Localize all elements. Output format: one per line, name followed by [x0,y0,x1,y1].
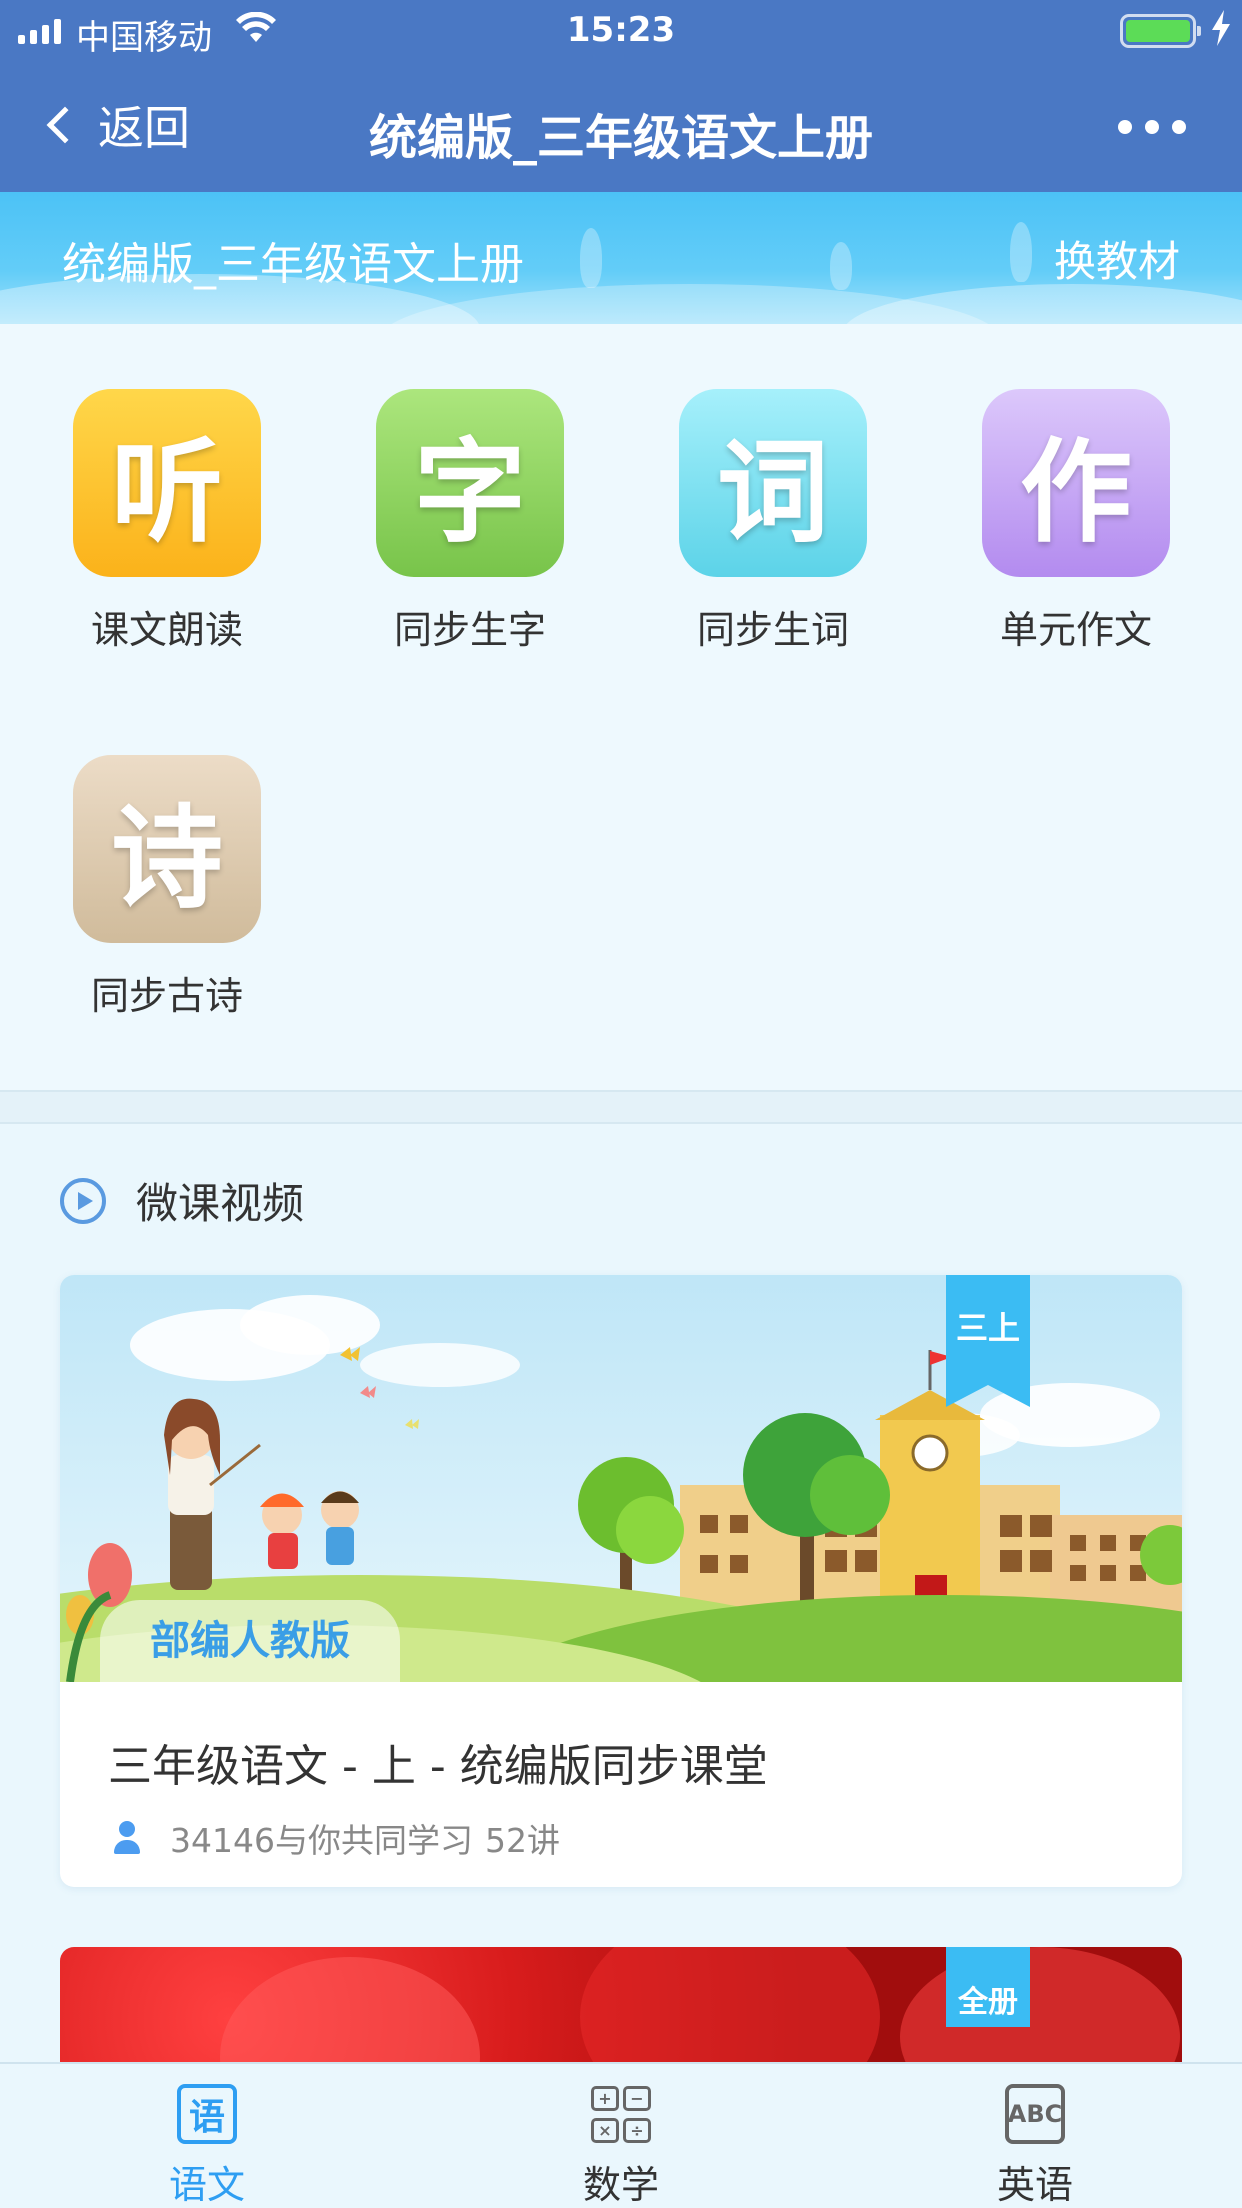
more-dots-icon [1118,120,1132,134]
more-button[interactable] [1118,120,1186,134]
publisher-tag: 部编人教版 [100,1600,400,1682]
micro-video-header: 微课视频 [60,1170,304,1231]
feature-label: 同步生字 [393,608,546,652]
tab-math[interactable]: + − × ÷ 数学 [521,2084,721,2208]
status-time: 15:23 [566,10,676,50]
feature-label: 课文朗读 [90,608,243,652]
navigation-bar: 返回 统编版_三年级语文上册 [0,62,1242,192]
character-icon: 字 [376,389,564,577]
feature-poems[interactable]: 诗 同步古诗 [47,755,287,1020]
feature-label: 单元作文 [999,608,1152,652]
course-cover-image: 三上 部编人教版 [60,1275,1182,1682]
bottom-tab-bar: 语 语文 + − × ÷ 数学 ABC 英语 [0,2062,1242,2208]
feature-words[interactable]: 词 同步生词 [653,389,893,654]
status-bar: 中国移动 15:23 [0,0,1242,62]
course-title: 三年级语文 - 上 - 统编版同步课堂 [108,1741,768,1792]
back-label: 返回 [98,101,190,155]
battery-icon [1120,14,1201,48]
switch-textbook-button[interactable]: 换教材 [1054,228,1180,289]
composition-icon: 作 [982,389,1170,577]
feature-label: 同步古诗 [90,974,243,1018]
grade-badge: 三上 [946,1275,1030,1407]
grade-badge: 全册 [946,1947,1030,2027]
learner-count: 34146与你共同学习 [170,1821,473,1860]
feature-label: 同步生词 [696,608,849,652]
poem-icon: 诗 [73,755,261,943]
tab-english[interactable]: ABC 英语 [935,2084,1135,2208]
feature-grid: 听 课文朗读 字 同步生字 词 同步生词 作 单元作文 诗 同步古诗 [0,324,1242,1090]
section-divider [0,1090,1242,1124]
tab-label: 英语 [996,2163,1073,2207]
section-title: 微课视频 [136,1179,305,1228]
course-card[interactable]: 全册 [60,1947,1182,2067]
lesson-count: 52讲 [484,1821,560,1860]
course-info: 三年级语文 - 上 - 统编版同步课堂 34146与你共同学习 52讲 [60,1682,1182,1862]
charging-icon [1212,10,1230,54]
tab-label: 数学 [582,2163,659,2207]
chinese-tab-icon: 语 [177,2084,237,2144]
math-tab-icon: + − × ÷ [591,2084,651,2144]
tab-label: 语文 [168,2163,245,2207]
chevron-left-icon [46,106,84,144]
feature-characters[interactable]: 字 同步生字 [350,389,590,654]
listen-icon: 听 [73,389,261,577]
user-icon [114,1821,140,1855]
feature-composition[interactable]: 作 单元作文 [956,389,1196,654]
feature-text-reading[interactable]: 听 课文朗读 [47,389,287,654]
english-tab-icon: ABC [1005,2084,1065,2144]
word-icon: 词 [679,389,867,577]
course-meta: 34146与你共同学习 52讲 [108,1814,1134,1862]
back-button[interactable]: 返回 [40,92,190,158]
textbook-banner: 统编版_三年级语文上册 换教材 [0,192,1242,324]
play-circle-icon [60,1177,106,1224]
tab-chinese[interactable]: 语 语文 [107,2084,307,2208]
course-card[interactable]: 三上 部编人教版 三年级语文 - 上 - 统编版同步课堂 34146与你共同学习… [60,1275,1182,1887]
textbook-name: 统编版_三年级语文上册 [62,239,524,290]
